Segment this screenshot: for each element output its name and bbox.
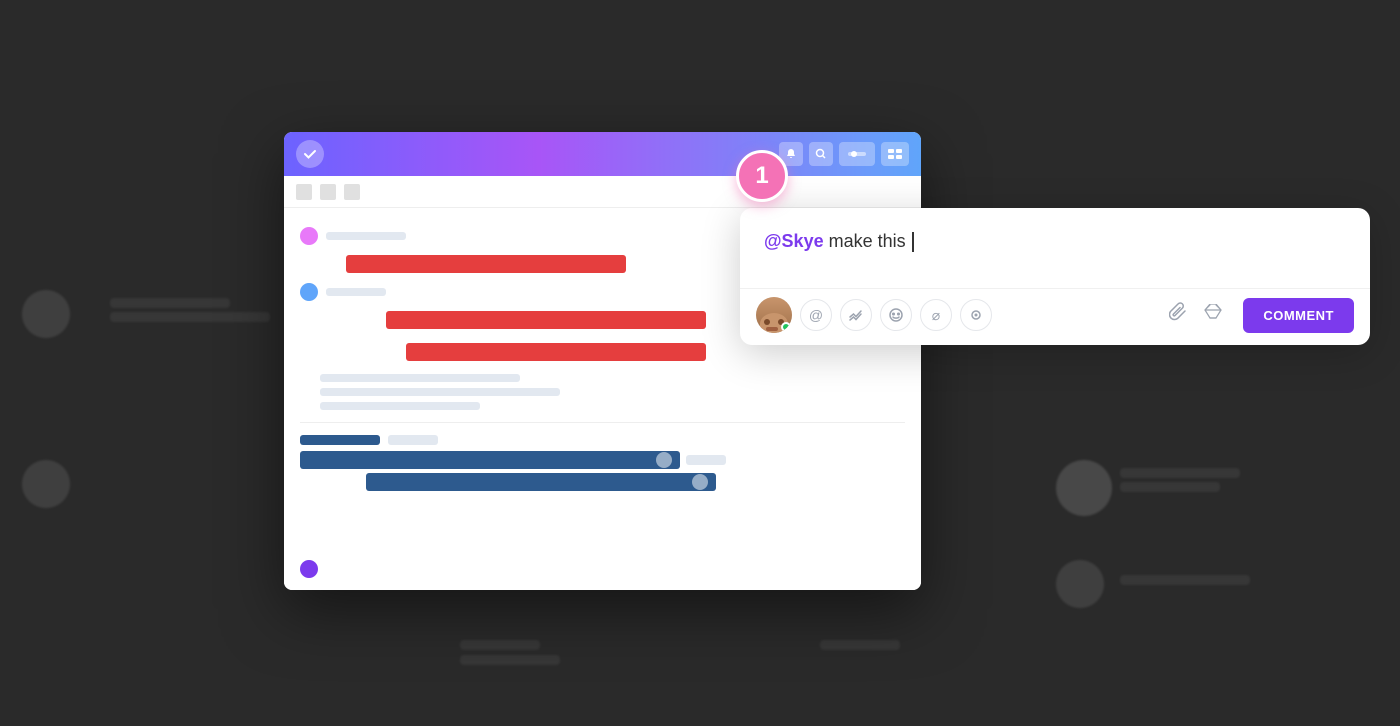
bg-text-bar xyxy=(460,655,560,665)
blue-task-section xyxy=(300,435,905,491)
bottom-avatar xyxy=(300,560,318,578)
comment-toolbar: @ ⌀ xyxy=(740,288,1370,345)
bg-avatar-3 xyxy=(1056,460,1112,516)
online-status-dot xyxy=(781,322,791,332)
toolbar-plus-icon xyxy=(344,184,360,200)
row-label-2 xyxy=(326,288,386,296)
comment-button[interactable]: COMMENT xyxy=(1243,298,1354,333)
emoji-icon[interactable] xyxy=(880,299,912,331)
bg-text-bar xyxy=(110,298,230,308)
task-section-sub xyxy=(388,435,438,445)
row-label xyxy=(326,232,406,240)
badge-number: 1 xyxy=(755,162,768,190)
bg-avatar-4 xyxy=(1056,560,1104,608)
record-icon[interactable] xyxy=(960,299,992,331)
notification-badge: 1 xyxy=(736,150,788,202)
blue-bar-1-label xyxy=(686,455,726,465)
header-right-controls xyxy=(779,142,909,166)
comment-body-text: make this xyxy=(829,231,911,251)
toolbar-list-icon xyxy=(320,184,336,200)
inner-app-screenshot xyxy=(284,132,921,590)
bg-text-bar xyxy=(1120,482,1220,492)
bg-avatar-2 xyxy=(22,460,70,508)
search-icon xyxy=(809,142,833,166)
row-avatar-2 xyxy=(300,283,318,301)
comment-popup[interactable]: @Skye make this @ xyxy=(740,208,1370,345)
mention-text: @Skye xyxy=(764,231,824,251)
app-logo xyxy=(296,140,324,168)
bg-text-bar xyxy=(1120,575,1250,585)
gray-bar-3 xyxy=(320,402,480,410)
bg-text-bar xyxy=(110,312,270,322)
user-avatar xyxy=(756,297,792,333)
app-toolbar xyxy=(284,176,921,208)
google-drive-icon[interactable] xyxy=(1203,304,1223,327)
text-cursor xyxy=(912,232,914,252)
red-bar-2 xyxy=(386,311,706,329)
grid-icon xyxy=(881,142,909,166)
section-divider xyxy=(300,422,905,423)
red-bar-1 xyxy=(346,255,626,273)
toolbar-grid-icon xyxy=(296,184,312,200)
assign-icon[interactable] xyxy=(840,299,872,331)
blue-bar-2 xyxy=(366,473,716,491)
gray-bar-1 xyxy=(320,374,520,382)
attachment-icon[interactable] xyxy=(1169,302,1187,328)
red-bar-3 xyxy=(406,343,706,361)
gray-bar-2 xyxy=(320,388,560,396)
at-mention-icon[interactable]: @ xyxy=(800,299,832,331)
bg-text-bar xyxy=(1120,468,1240,478)
bg-text-bar xyxy=(820,640,900,650)
task-section-label xyxy=(300,435,380,445)
bg-avatar-1 xyxy=(22,290,70,338)
bg-text-bar xyxy=(460,640,540,650)
comment-text-input[interactable]: @Skye make this xyxy=(740,208,1370,288)
slash-command-icon[interactable]: ⌀ xyxy=(920,299,952,331)
row-avatar-1 xyxy=(300,227,318,245)
blue-bar-1 xyxy=(300,451,680,469)
app-header xyxy=(284,132,921,176)
timer-icon xyxy=(839,142,875,166)
